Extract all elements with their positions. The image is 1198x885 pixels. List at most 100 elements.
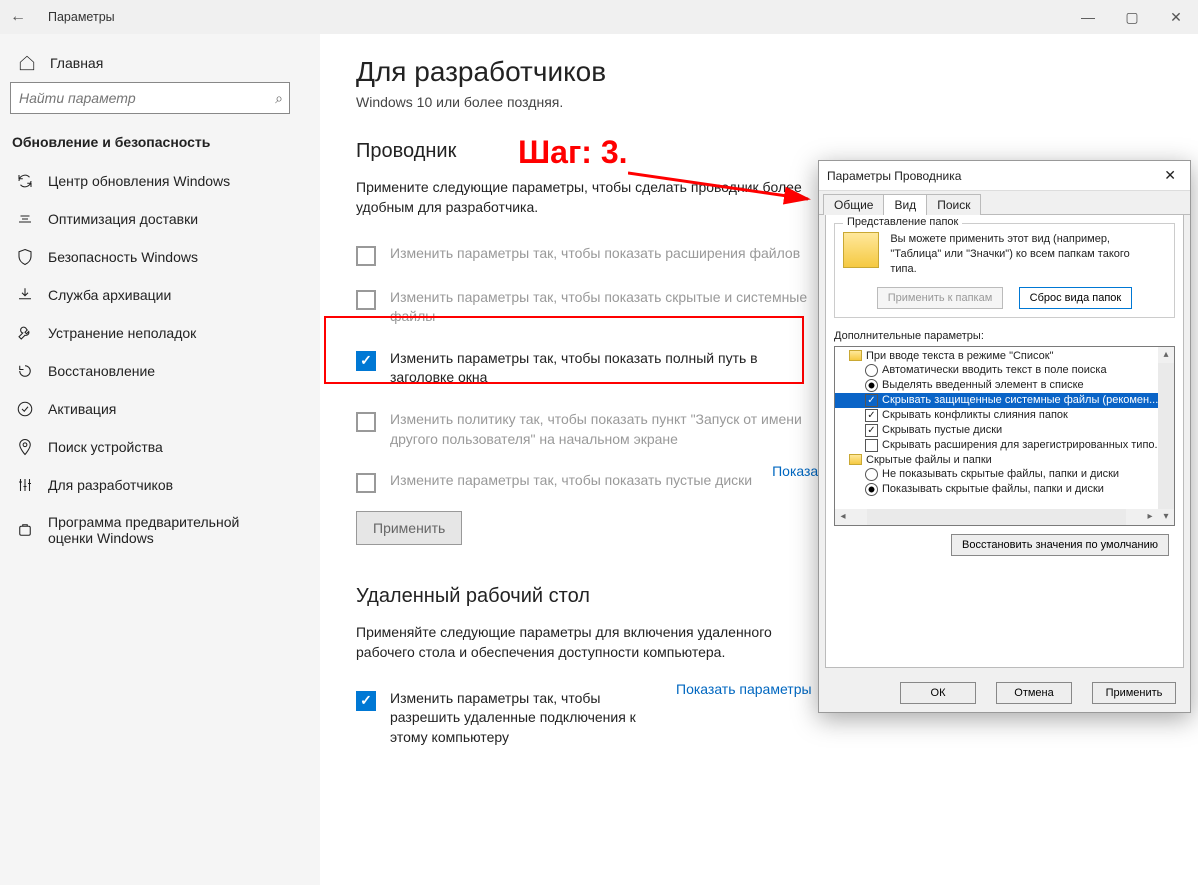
- back-icon[interactable]: ←: [10, 8, 34, 26]
- sidebar-item-update[interactable]: Центр обновления Windows: [0, 162, 320, 200]
- minimize-icon[interactable]: —: [1066, 0, 1110, 34]
- hscroll-track[interactable]: [867, 509, 1126, 525]
- sidebar-item-recovery[interactable]: Восстановление: [0, 352, 320, 390]
- tree-vscrollbar[interactable]: ▴ ▾: [1158, 347, 1174, 525]
- tree-item-label: Скрывать конфликты слияния папок: [882, 408, 1068, 423]
- folder-icon: [849, 454, 862, 465]
- recovery-icon: [16, 362, 34, 380]
- sidebar-item-label: Восстановление: [48, 363, 155, 379]
- tree-item-label: Скрывать защищенные системные файлы (рек…: [882, 393, 1158, 408]
- reset-folders-button[interactable]: Сброс вида папок: [1019, 287, 1133, 309]
- close-icon[interactable]: ✕: [1154, 0, 1198, 34]
- insider-icon: [16, 521, 34, 539]
- shield-icon: [16, 248, 34, 266]
- explorer-checkbox[interactable]: ✓: [356, 351, 376, 371]
- tab-general[interactable]: Общие: [823, 194, 884, 215]
- search-input[interactable]: [17, 89, 275, 107]
- sidebar-item-insider[interactable]: Программа предварительной оценки Windows: [0, 504, 320, 556]
- tree-item-label: Показывать скрытые файлы, папки и диски: [882, 482, 1104, 497]
- tab-search[interactable]: Поиск: [926, 194, 981, 215]
- window-title: Параметры: [48, 10, 115, 24]
- folder-icon: [849, 350, 862, 361]
- sidebar-item-label: Служба архивации: [48, 287, 171, 303]
- sidebar-item-label: Программа предварительной оценки Windows: [48, 514, 278, 546]
- sidebar-item-developers[interactable]: Для разработчиков: [0, 466, 320, 504]
- location-icon: [16, 438, 34, 456]
- restore-defaults-button[interactable]: Восстановить значения по умолчанию: [951, 534, 1169, 556]
- tree-checkbox-item[interactable]: Скрывать конфликты слияния папок: [835, 408, 1174, 423]
- sidebar-section-title: Обновление и безопасность: [0, 128, 320, 162]
- dialog-titlebar: Параметры Проводника ✕: [819, 161, 1190, 191]
- ok-button[interactable]: ОК: [900, 682, 976, 704]
- sidebar-item-security[interactable]: Безопасность Windows: [0, 238, 320, 276]
- scroll-track[interactable]: [1158, 363, 1174, 509]
- cancel-button[interactable]: Отмена: [996, 682, 1072, 704]
- folder-view-group: Представление папок Вы можете применить …: [834, 223, 1175, 318]
- tree-hscrollbar[interactable]: ◂ ▸: [835, 509, 1158, 525]
- sidebar-item-label: Устранение неполадок: [48, 325, 196, 341]
- explorer-checkbox[interactable]: [356, 246, 376, 266]
- tree-checkbox-item[interactable]: Скрывать пустые диски: [835, 423, 1174, 438]
- apply-button[interactable]: Применить: [356, 511, 462, 545]
- tree-item-label: Выделять введенный элемент в списке: [882, 378, 1084, 393]
- group-text: Вы можете применить этот вид (например, …: [890, 232, 1140, 277]
- sidebar-item-delivery[interactable]: Оптимизация доставки: [0, 200, 320, 238]
- group-label: Представление папок: [843, 216, 962, 228]
- remote-checkbox[interactable]: ✓: [356, 691, 376, 711]
- sidebar: Главная ⌕ Обновление и безопасность Цент…: [0, 34, 320, 885]
- tree-checkbox-item[interactable]: Скрывать защищенные системные файлы (рек…: [835, 393, 1174, 408]
- sidebar-item-label: Поиск устройства: [48, 439, 163, 455]
- scroll-down-icon[interactable]: ▾: [1158, 509, 1174, 525]
- title-bar: ← Параметры — ▢ ✕: [0, 0, 1198, 34]
- tab-view[interactable]: Вид: [883, 194, 927, 215]
- sidebar-item-troubleshoot[interactable]: Устранение неполадок: [0, 314, 320, 352]
- explorer-checkbox[interactable]: [356, 290, 376, 310]
- remote-show-link[interactable]: Показать параметры: [676, 681, 812, 697]
- wrench-icon: [16, 324, 34, 342]
- sidebar-item-label: Оптимизация доставки: [48, 211, 198, 227]
- sidebar-nav: Центр обновления Windows Оптимизация дос…: [0, 162, 320, 556]
- tree-item-label: Скрывать пустые диски: [882, 423, 1002, 438]
- sidebar-item-activation[interactable]: Активация: [0, 390, 320, 428]
- scroll-up-icon[interactable]: ▴: [1158, 347, 1174, 363]
- explorer-option-label: Измените параметры так, чтобы показать п…: [390, 471, 752, 491]
- tree-item-label: Скрытые файлы и папки: [866, 454, 992, 466]
- search-box[interactable]: ⌕: [10, 82, 290, 114]
- page-title: Для разработчиков: [356, 56, 1158, 88]
- sidebar-home-label: Главная: [50, 55, 103, 71]
- sidebar-item-label: Активация: [48, 401, 116, 417]
- sidebar-home[interactable]: Главная: [0, 46, 320, 82]
- sidebar-item-backup[interactable]: Служба архивации: [0, 276, 320, 314]
- advanced-tree[interactable]: При вводе текста в режиме "Список"Автома…: [834, 346, 1175, 526]
- sliders-icon: [16, 476, 34, 494]
- tree-folder[interactable]: При вводе текста в режиме "Список": [835, 349, 1174, 363]
- sidebar-item-label: Центр обновления Windows: [48, 173, 230, 189]
- explorer-checkbox[interactable]: [356, 473, 376, 493]
- explorer-option-label: Изменить параметры так, чтобы показать п…: [390, 349, 816, 388]
- section-remote-desc: Применяйте следующие параметры для включ…: [356, 622, 806, 663]
- tree-radio-item[interactable]: Автоматически вводить текст в поле поиск…: [835, 363, 1174, 378]
- tree-radio-item[interactable]: Не показывать скрытые файлы, папки и дис…: [835, 467, 1174, 482]
- section-explorer-desc: Примените следующие параметры, чтобы сде…: [356, 177, 806, 218]
- tree-checkbox-item[interactable]: Скрывать расширения для зарегистрированн…: [835, 438, 1174, 453]
- scroll-left-icon[interactable]: ◂: [835, 509, 851, 525]
- dialog-tab-pane: Представление папок Вы можете применить …: [825, 215, 1184, 668]
- explorer-option-label: Изменить политику так, чтобы показать пу…: [390, 410, 816, 449]
- dialog-apply-button[interactable]: Применить: [1092, 682, 1176, 704]
- dialog-close-icon[interactable]: ✕: [1158, 167, 1182, 184]
- maximize-icon[interactable]: ▢: [1110, 0, 1154, 34]
- sidebar-item-find-device[interactable]: Поиск устройства: [0, 428, 320, 466]
- tree-item-label: Автоматически вводить текст в поле поиск…: [882, 363, 1107, 378]
- tree-radio-item[interactable]: Показывать скрытые файлы, папки и диски: [835, 482, 1174, 497]
- tree-item-label: Скрывать расширения для зарегистрированн…: [882, 438, 1164, 453]
- tree-folder[interactable]: Скрытые файлы и папки: [835, 453, 1174, 467]
- page-subtitle: Windows 10 или более поздняя.: [356, 94, 1158, 110]
- delivery-icon: [16, 210, 34, 228]
- dialog-button-row: ОК Отмена Применить: [819, 674, 1190, 712]
- scroll-right-icon[interactable]: ▸: [1142, 509, 1158, 525]
- remote-option-label: Изменить параметры так, чтобы разрешить …: [390, 689, 656, 748]
- apply-to-folders-button[interactable]: Применить к папкам: [877, 287, 1004, 309]
- explorer-option-label: Изменить параметры так, чтобы показать р…: [390, 244, 800, 264]
- tree-radio-item[interactable]: Выделять введенный элемент в списке: [835, 378, 1174, 393]
- explorer-checkbox[interactable]: [356, 412, 376, 432]
